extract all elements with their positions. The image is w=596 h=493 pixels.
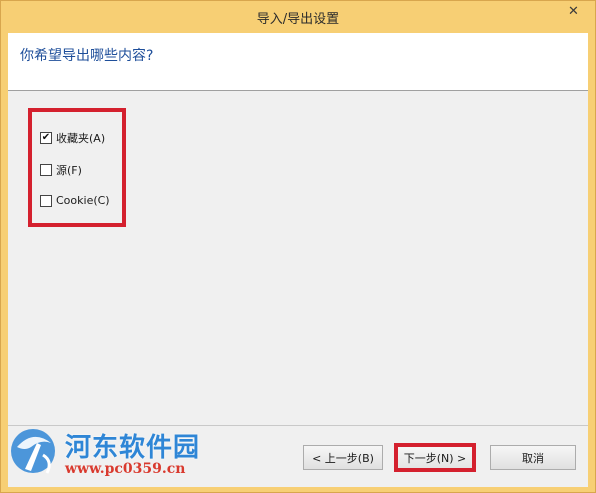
dialog-content: 你希望导出哪些内容? ✔ 收藏夹(A) 源(F) Cookie(C) < 上一步…	[8, 33, 588, 487]
back-button[interactable]: < 上一步(B)	[303, 445, 383, 470]
page-question: 你希望导出哪些内容?	[20, 48, 154, 64]
next-button[interactable]: 下一步(N) >	[394, 443, 476, 472]
option-favorites[interactable]: ✔ 收藏夹(A)	[40, 130, 105, 146]
cookies-checkbox[interactable]	[40, 194, 52, 207]
title-bar[interactable]: 导入/导出设置 ✕	[1, 1, 595, 33]
feeds-checkbox[interactable]	[40, 164, 52, 176]
window-title: 导入/导出设置	[256, 12, 340, 27]
option-feeds[interactable]: 源(F)	[40, 162, 82, 178]
option-cookies[interactable]: Cookie(C)	[40, 194, 110, 207]
checkmark-icon: ✔	[41, 132, 51, 143]
favorites-label: 收藏夹(A)	[56, 132, 106, 145]
cookies-label: Cookie(C)	[56, 194, 110, 207]
cancel-button[interactable]: 取消	[490, 445, 576, 470]
feeds-label: 源(F)	[56, 164, 82, 177]
close-button[interactable]: ✕	[558, 1, 589, 21]
header-panel: 你希望导出哪些内容?	[8, 33, 588, 91]
watermark-logo-icon	[11, 429, 55, 474]
watermark-url: www.pc0359.cn	[65, 461, 186, 477]
close-icon: ✕	[568, 3, 579, 19]
favorites-checkbox[interactable]: ✔	[40, 132, 52, 144]
import-export-dialog: 导入/导出设置 ✕ 你希望导出哪些内容? ✔ 收藏夹(A) 源(F) Cooki…	[0, 0, 596, 493]
site-watermark: 河东软件园 www.pc0359.cn	[7, 421, 217, 487]
watermark-site-name: 河东软件园	[65, 433, 201, 463]
